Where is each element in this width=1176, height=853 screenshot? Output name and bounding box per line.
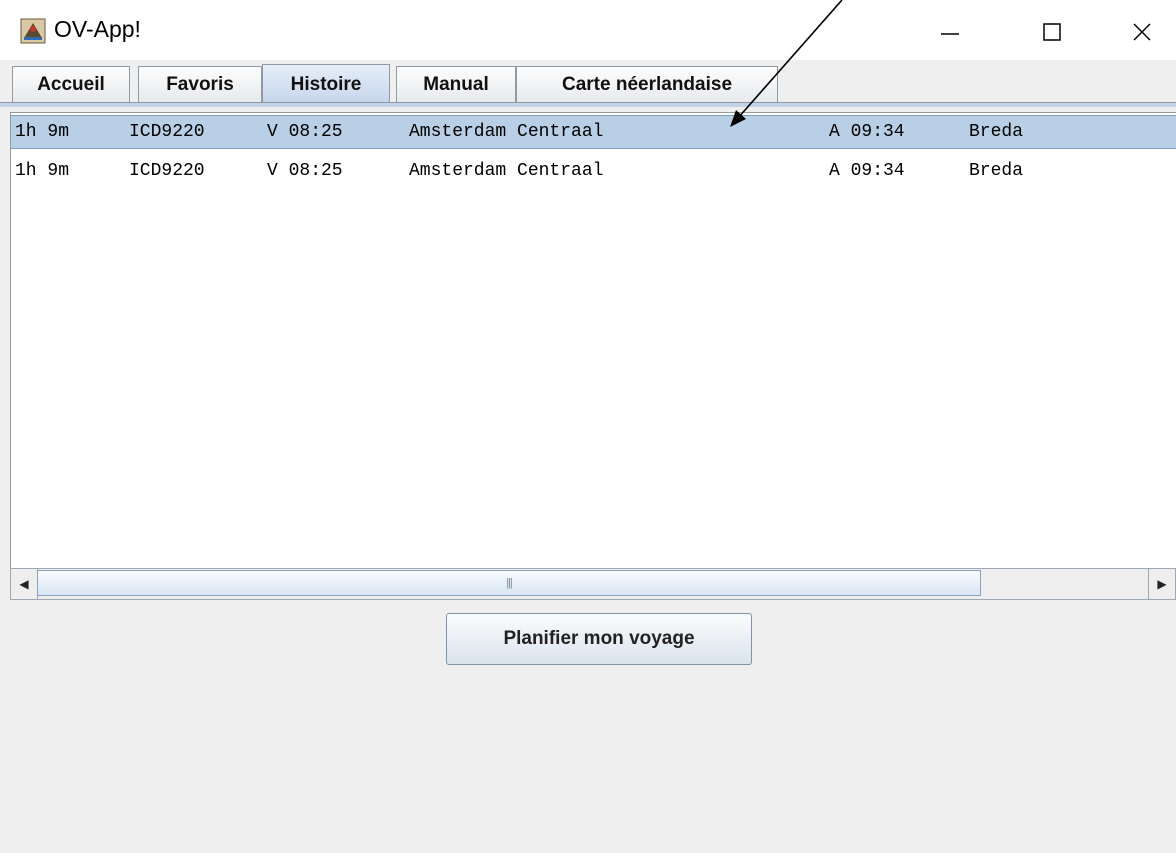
arrow-annotation [730,0,843,127]
